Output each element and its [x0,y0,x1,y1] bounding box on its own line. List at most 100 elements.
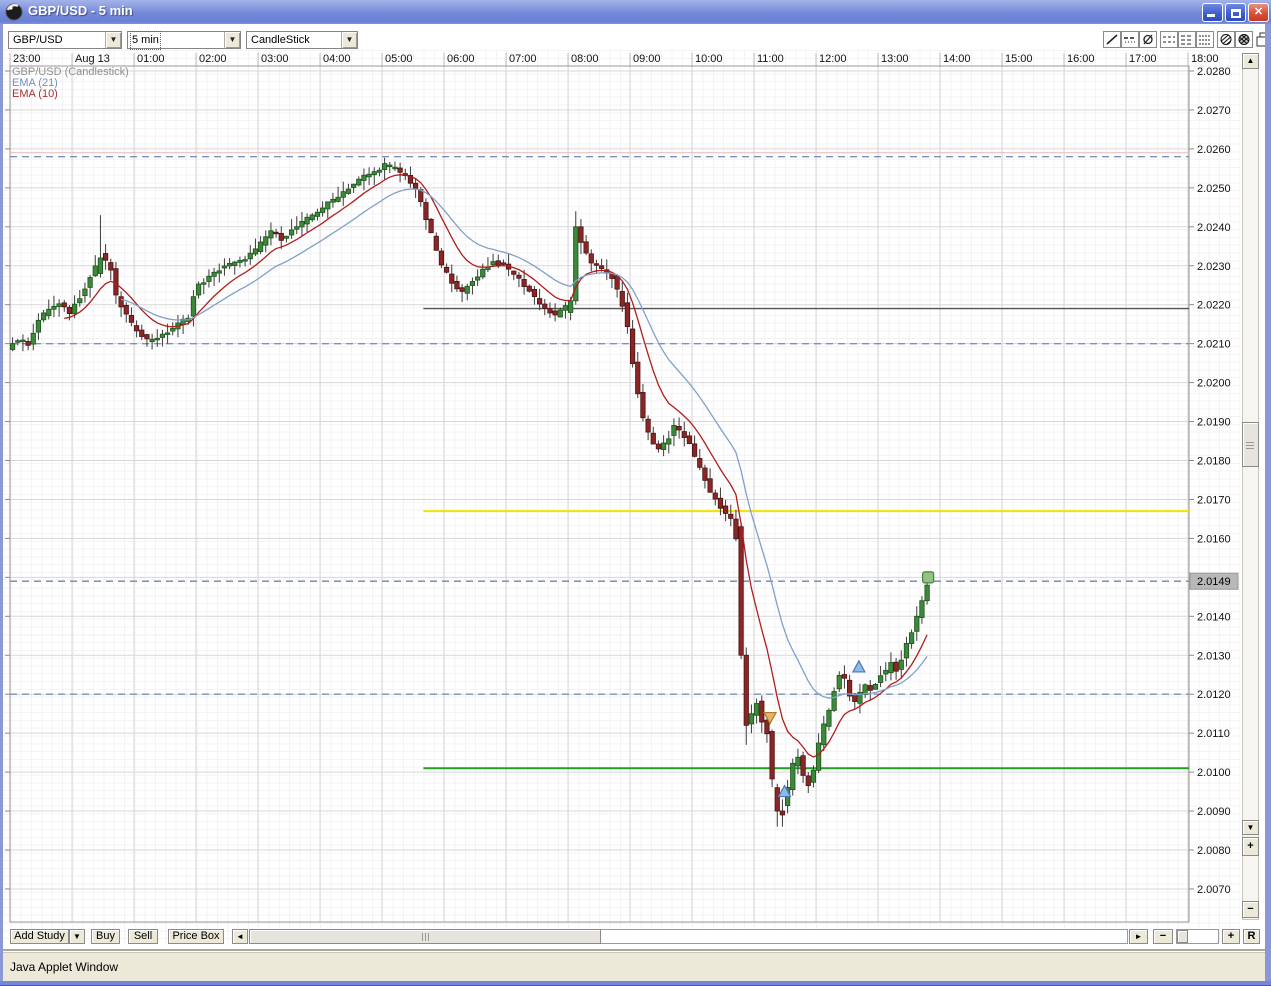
close-button[interactable]: ✕ [1248,3,1269,22]
svg-text:2.0070: 2.0070 [1197,884,1231,896]
svg-text:2.0210: 2.0210 [1197,339,1231,351]
svg-text:13:00: 13:00 [881,53,909,65]
trendline-tool-button[interactable] [1103,31,1121,48]
svg-text:06:00: 06:00 [447,53,475,65]
svg-text:09:00: 09:00 [633,53,661,65]
svg-text:2.0190: 2.0190 [1197,417,1231,429]
svg-text:2.0100: 2.0100 [1197,767,1231,779]
hatch-pattern-button[interactable] [1217,31,1235,48]
add-study-dropdown-button[interactable]: ▼ [69,929,85,944]
window-border-bottom [0,981,1271,986]
add-study-button[interactable]: Add Study [10,929,69,944]
svg-text:08:00: 08:00 [571,53,599,65]
buy-signal-marker [853,661,865,672]
price-chart[interactable]: 2.02802.02702.02602.02502.02402.02302.02… [0,50,1240,945]
status-text: Java Applet Window [10,960,118,974]
chevron-down-icon[interactable]: ▼ [341,32,357,48]
chevron-down-icon: ▼ [73,932,81,941]
svg-text:2.0240: 2.0240 [1197,222,1231,234]
svg-text:14:00: 14:00 [943,53,971,65]
svg-text:05:00: 05:00 [385,53,413,65]
java-applet-banner: Java Applet Window [3,952,1266,981]
svg-text:01:00: 01:00 [137,53,165,65]
h-scrollbar-thumb[interactable] [249,929,601,944]
svg-text:2.0110: 2.0110 [1197,728,1230,740]
symbol-select[interactable]: GBP/USD ▼ [8,31,122,49]
minus-icon: − [1247,903,1253,915]
symbol-select-value: GBP/USD [13,33,63,48]
svg-text:03:00: 03:00 [261,53,289,65]
grid-medium-button[interactable] [1178,31,1196,48]
chevron-down-icon[interactable]: ▼ [224,32,240,48]
svg-text:2.0090: 2.0090 [1197,806,1231,818]
maximize-button[interactable] [1225,3,1246,22]
minimize-button[interactable] [1202,3,1223,22]
minimize-icon [1207,14,1215,17]
interval-select-value: 5 min [132,33,159,48]
svg-text:2.0230: 2.0230 [1197,261,1231,273]
buy-button[interactable]: Buy [91,929,120,944]
trendline-icon [1105,33,1119,46]
grid-dense-button[interactable] [1196,31,1214,48]
h-scroll-left-button[interactable]: ◄ [232,929,248,944]
window-titlebar[interactable]: GBP/USD - 5 min ✕ [0,0,1271,24]
svg-text:18:00: 18:00 [1191,53,1219,65]
svg-text:2.0160: 2.0160 [1197,533,1231,545]
chart-type-select-value: CandleStick [251,33,310,48]
svg-text:16:00: 16:00 [1067,53,1095,65]
order-marker [923,572,934,583]
horizontal-line-tool-button[interactable] [1121,31,1139,48]
chevron-down-icon[interactable]: ▼ [105,32,121,48]
app-icon [5,3,23,21]
clear-drawings-icon [1141,33,1155,46]
up-arrow-icon: ▲ [1247,56,1255,65]
sell-button[interactable]: Sell [128,929,158,944]
svg-text:17:00: 17:00 [1129,53,1157,65]
window-title: GBP/USD - 5 min [28,3,133,18]
chart-type-select[interactable]: CandleStick ▼ [246,31,358,49]
v-scroll-down-button[interactable]: ▼ [1242,820,1259,835]
plus-icon: + [1228,930,1234,942]
svg-text:12:00: 12:00 [819,53,847,65]
grid-sparse-icon [1162,33,1176,46]
svg-text:15:00: 15:00 [1005,53,1033,65]
left-arrow-icon: ◄ [236,932,244,941]
v-scrollbar-thumb[interactable] [1242,422,1259,467]
crosshatch-pattern-button[interactable] [1235,31,1253,48]
reset-chart-button[interactable]: R [1243,929,1260,944]
grid-dense-icon [1198,33,1212,46]
svg-text:07:00: 07:00 [509,53,537,65]
v-scroll-up-button[interactable]: ▲ [1242,53,1259,69]
svg-text:2.0180: 2.0180 [1197,456,1231,468]
grid-sparse-button[interactable] [1160,31,1178,48]
right-arrow-icon: ► [1135,932,1143,941]
v-zoom-out-button[interactable]: − [1242,901,1259,918]
svg-text:2.0200: 2.0200 [1197,378,1231,390]
down-arrow-icon: ▼ [1247,823,1255,832]
v-scrollbar-track[interactable] [1242,53,1259,920]
h-zoom-out-button[interactable]: − [1153,929,1173,944]
crosshatch-circle-icon [1237,33,1251,46]
svg-text:2.0270: 2.0270 [1197,105,1231,117]
svg-text:10:00: 10:00 [695,53,723,65]
clear-drawings-button[interactable] [1139,31,1157,48]
window-border-left [0,24,3,981]
svg-text:11:00: 11:00 [757,53,784,65]
svg-text:2.0260: 2.0260 [1197,144,1231,156]
h-zoom-slider-thumb[interactable] [1177,930,1188,943]
h-zoom-in-button[interactable]: + [1222,929,1240,944]
app-window: GBP/USD - 5 min ✕ GBP/USD ▼ 5 min ▼ Cand… [0,0,1271,986]
price-box-button[interactable]: Price Box [168,929,224,944]
grid-medium-icon [1180,33,1194,46]
svg-text:2.0080: 2.0080 [1197,845,1231,857]
h-scroll-right-button[interactable]: ► [1129,929,1148,944]
svg-text:2.0250: 2.0250 [1197,183,1231,195]
interval-select[interactable]: 5 min ▼ [127,31,241,49]
legend-item: EMA (10) [12,88,58,100]
svg-text:Aug 13: Aug 13 [75,53,110,65]
horizontal-line-icon [1123,33,1137,46]
svg-text:23:00: 23:00 [13,53,41,65]
svg-text:2.0220: 2.0220 [1197,300,1231,312]
v-zoom-in-button[interactable]: + [1242,837,1259,856]
maximize-icon [1231,9,1241,18]
